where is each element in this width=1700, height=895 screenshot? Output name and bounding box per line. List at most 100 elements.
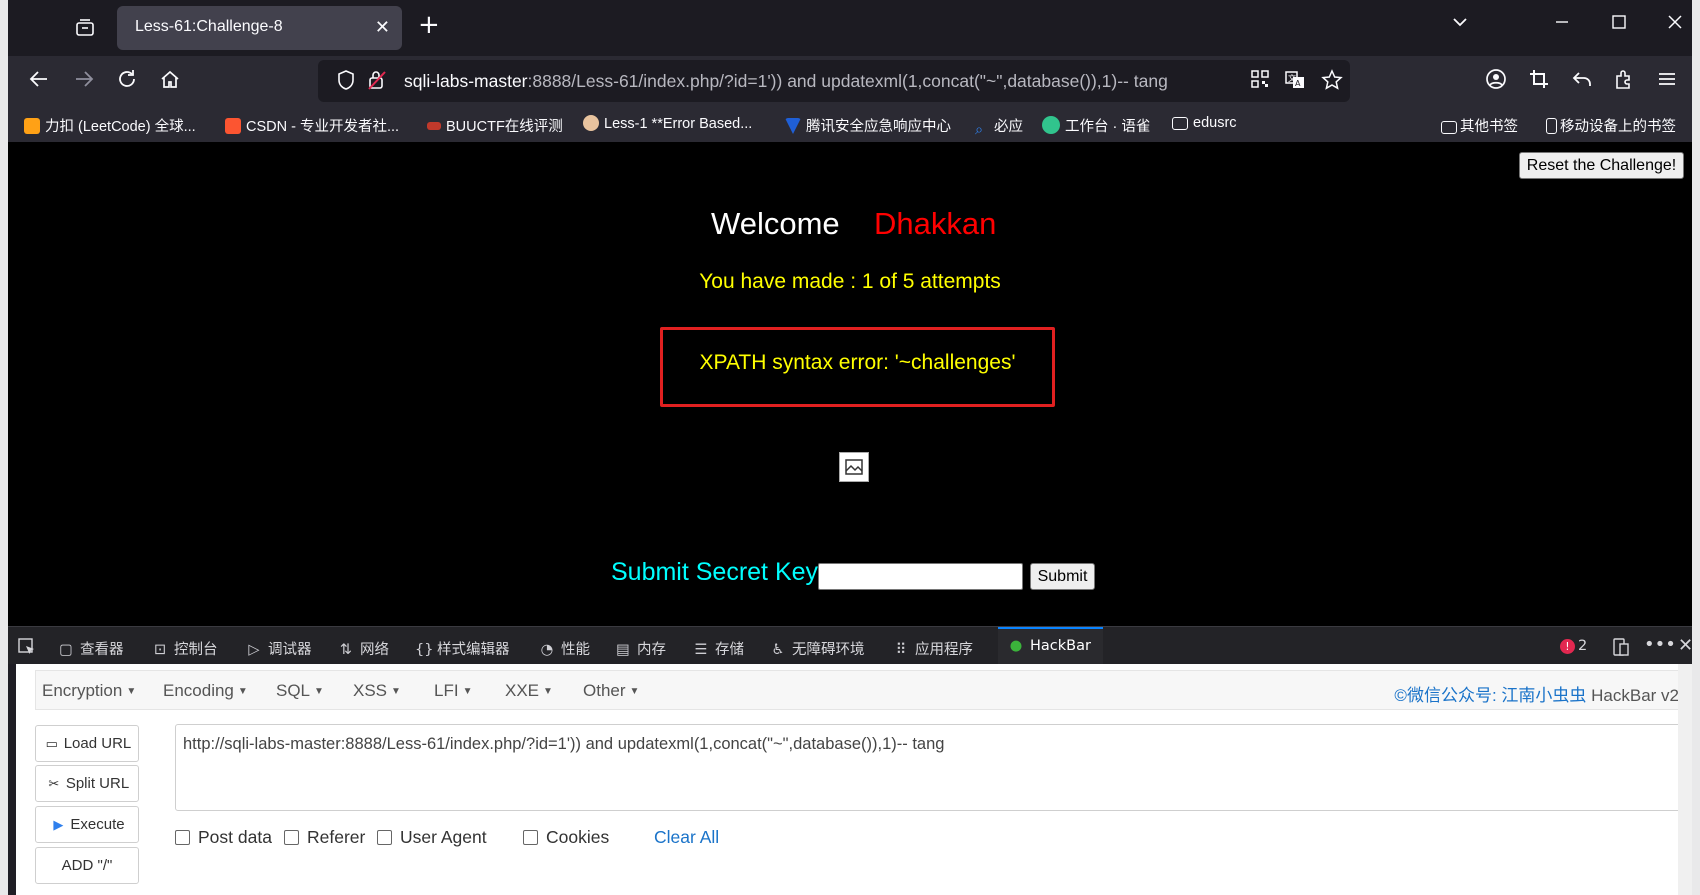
extensions-icon[interactable] xyxy=(1613,68,1635,96)
tab-application[interactable]: ⠿ 应用程序 xyxy=(893,638,973,659)
csdn-icon xyxy=(225,118,241,134)
error-count-badge[interactable]: ! 2 xyxy=(1560,638,1587,654)
crop-screenshot-icon[interactable] xyxy=(1528,68,1550,96)
tab-active[interactable]: Less-61:Challenge-8 ✕ xyxy=(117,6,402,50)
url-text: sqli-labs-master:8888/Less-61/index.php/… xyxy=(404,71,1168,92)
application-icon: ⠿ xyxy=(895,642,907,658)
tencent-icon xyxy=(785,118,801,134)
caret-down-icon: ▼ xyxy=(126,686,137,697)
bookmark-star-icon[interactable] xyxy=(1321,69,1343,96)
execute-button[interactable]: ▶ Execute xyxy=(35,806,139,843)
split-url-button[interactable]: ✂ Split URL xyxy=(35,765,139,802)
tab-style-editor[interactable]: {} 样式编辑器 xyxy=(415,638,510,659)
list-tabs-chevron-icon[interactable] xyxy=(1452,14,1468,35)
minimize-icon[interactable] xyxy=(1555,14,1569,35)
bookmark-csdn[interactable]: CSDN - 专业开发者社... xyxy=(225,115,399,136)
bookmark-leetcode[interactable]: 力扣 (LeetCode) 全球... xyxy=(24,115,196,136)
url-textarea[interactable]: http://sqli-labs-master:8888/Less-61/ind… xyxy=(175,724,1683,811)
tab-hackbar[interactable]: ● HackBar xyxy=(1008,638,1091,654)
style-editor-icon: {} xyxy=(415,642,434,658)
menu-icon[interactable] xyxy=(1656,68,1678,96)
referer-checkbox[interactable]: Referer xyxy=(284,827,365,848)
tab-network[interactable]: ⇅ 网络 xyxy=(338,638,389,659)
panel-scrollbar[interactable] xyxy=(1678,664,1692,895)
bookmark-tencent[interactable]: 腾讯安全应急响应中心 xyxy=(785,115,951,136)
inspector-icon: ▢ xyxy=(59,642,73,658)
translate-icon[interactable]: 文A xyxy=(1284,69,1306,96)
mobile-bookmarks[interactable]: 移动设备上的书签 xyxy=(1546,115,1676,136)
caret-down-icon: ▼ xyxy=(391,686,401,697)
buuctf-icon xyxy=(427,122,441,130)
menu-xss[interactable]: XSS ▼ xyxy=(353,681,401,701)
menu-sql[interactable]: SQL ▼ xyxy=(276,681,324,701)
close-tab-icon[interactable]: ✕ xyxy=(375,17,390,38)
forward-icon[interactable] xyxy=(73,68,95,96)
checkbox-icon xyxy=(284,830,299,845)
bookmark-buuctf[interactable]: BUUCTF在线评测 xyxy=(427,115,563,136)
load-icon: ▭ xyxy=(45,736,58,751)
caret-down-icon: ▼ xyxy=(237,686,248,697)
menu-xxe[interactable]: XXE ▼ xyxy=(505,681,553,701)
other-bookmarks[interactable]: 其他书签 xyxy=(1441,115,1518,136)
qr-code-icon[interactable] xyxy=(1250,69,1270,94)
hackbar-icon: ● xyxy=(1009,638,1023,654)
network-icon: ⇅ xyxy=(339,642,353,658)
address-bar[interactable]: sqli-labs-master:8888/Less-61/index.php/… xyxy=(318,60,1350,102)
secret-key-input[interactable] xyxy=(818,563,1023,590)
bookmark-edusrc[interactable]: edusrc xyxy=(1172,115,1237,131)
post-data-checkbox[interactable]: Post data xyxy=(175,827,272,848)
svg-text:A: A xyxy=(1295,79,1301,88)
folder-icon xyxy=(1441,121,1457,134)
responsive-design-icon[interactable] xyxy=(1612,638,1630,660)
folder-icon xyxy=(1172,117,1188,130)
hackbar-panel: Encryption ▼ Encoding ▼ SQL ▼ XSS ▼ LFI ▼ XXE… xyxy=(16,664,1692,895)
tab-accessibility[interactable]: ♿ 无障碍环境 xyxy=(770,638,865,659)
tab-performance[interactable]: ◔ 性能 xyxy=(539,638,590,659)
tab-console[interactable]: ⊡ 控制台 xyxy=(152,638,218,659)
add-slash-button[interactable]: ADD "/" xyxy=(35,847,139,884)
new-tab-icon[interactable]: + xyxy=(418,12,440,38)
reset-challenge-button[interactable]: Reset the Challenge! xyxy=(1519,152,1684,179)
tab-list-icon[interactable] xyxy=(74,17,96,39)
menu-lfi[interactable]: LFI ▼ xyxy=(434,681,472,701)
tab-memory[interactable]: ▤ 内存 xyxy=(615,638,666,659)
account-icon[interactable] xyxy=(1485,68,1507,96)
yuque-icon xyxy=(1042,116,1060,134)
clear-all-link[interactable]: Clear All xyxy=(654,827,719,848)
element-picker-icon[interactable] xyxy=(18,638,36,660)
tab-inspector[interactable]: ▢ 查看器 xyxy=(58,638,123,659)
home-icon[interactable] xyxy=(159,68,181,96)
tab-debugger[interactable]: ▷ 调试器 xyxy=(246,638,311,659)
caret-down-icon: ▼ xyxy=(543,686,553,697)
browser-window: Less-61:Challenge-8 ✕ + sqli-labs-master… xyxy=(8,0,1692,895)
debugger-icon: ▷ xyxy=(248,642,260,658)
close-devtools-icon[interactable]: ✕ xyxy=(1678,635,1692,656)
more-options-icon[interactable]: ••• xyxy=(1644,634,1676,655)
tab-storage[interactable]: ☰ 存储 xyxy=(693,638,745,659)
user-agent-checkbox[interactable]: User Agent xyxy=(377,827,487,848)
menu-encoding[interactable]: Encoding ▼ xyxy=(163,681,248,701)
maximize-icon[interactable] xyxy=(1612,14,1626,35)
attempts-text: You have made : 1 of 5 attempts xyxy=(699,270,1001,293)
checkbox-icon xyxy=(523,830,538,845)
bookmark-less1[interactable]: Less-1 **Error Based... xyxy=(583,115,752,132)
back-icon[interactable] xyxy=(28,68,50,96)
submit-button[interactable]: Submit xyxy=(1030,563,1095,590)
cookies-checkbox[interactable]: Cookies xyxy=(523,827,609,848)
shield-icon[interactable] xyxy=(336,69,356,96)
reload-icon[interactable] xyxy=(116,68,138,96)
bookmarks-toolbar: 力扣 (LeetCode) 全球... CSDN - 专业开发者社... BUU… xyxy=(8,106,1692,142)
menu-other[interactable]: Other ▼ xyxy=(583,681,639,701)
close-window-icon[interactable] xyxy=(1668,14,1682,35)
menu-encryption[interactable]: Encryption ▼ xyxy=(42,681,136,701)
load-url-button[interactable]: ▭ Load URL xyxy=(35,725,139,762)
storage-icon: ☰ xyxy=(694,642,708,658)
insecure-lock-icon[interactable] xyxy=(366,69,388,96)
accessibility-icon: ♿ xyxy=(771,642,785,658)
undo-icon[interactable] xyxy=(1571,68,1593,96)
bookmark-bing[interactable]: ⌕ 必应 xyxy=(975,115,1023,138)
bookmark-yuque[interactable]: 工作台 · 语雀 xyxy=(1042,115,1150,136)
page-content: Reset the Challenge! Welcome Dhakkan You… xyxy=(8,142,1692,626)
leetcode-icon xyxy=(24,118,40,134)
memory-icon: ▤ xyxy=(616,642,630,658)
